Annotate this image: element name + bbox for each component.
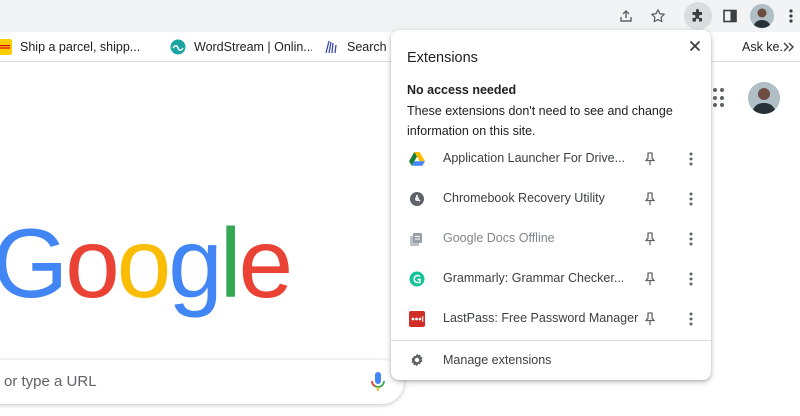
google-search-box[interactable]: or type a URL [0, 360, 404, 404]
extension-row[interactable]: Chromebook Recovery Utility [391, 179, 711, 219]
section-title: No access needed [407, 83, 517, 97]
profile-avatar[interactable] [750, 4, 774, 28]
grammarly-icon [409, 271, 425, 287]
bookmark-label: Ship a parcel, shipp... [20, 40, 141, 54]
extensions-popup: Extensions No access needed These extens… [391, 30, 711, 380]
recovery-utility-icon [409, 191, 425, 207]
gear-icon [409, 352, 425, 368]
extension-row[interactable]: Google Docs Offline [391, 219, 711, 259]
extension-row[interactable]: Grammarly: Grammar Checker... [391, 259, 711, 299]
bookmark-dhl[interactable]: Ship a parcel, shipp... [0, 32, 156, 62]
google-logo: Google [0, 214, 293, 312]
more-vert-icon[interactable] [683, 191, 699, 207]
section-description: These extensions don't need to see and c… [407, 104, 673, 138]
docs-offline-icon [409, 231, 425, 247]
google-account-avatar[interactable] [748, 82, 780, 114]
google-drive-icon [409, 151, 425, 167]
extension-name: Grammarly: Grammar Checker... [443, 271, 625, 285]
chrome-menu-icon[interactable] [784, 2, 798, 30]
extension-name: Chromebook Recovery Utility [443, 191, 605, 205]
bookmark-star-icon[interactable] [644, 2, 672, 30]
more-vert-icon[interactable] [683, 311, 699, 327]
pin-icon[interactable] [642, 311, 658, 327]
bookmark-label: Search li [347, 40, 390, 54]
logo-letter: e [238, 208, 293, 318]
chevron-double-right-icon[interactable] [782, 38, 796, 56]
lastpass-icon [409, 311, 425, 327]
extension-name: LastPass: Free Password Manager [443, 311, 639, 325]
bookmark-label: WordStream | Onlin... [194, 40, 312, 54]
bookmark-ask[interactable]: Ask ke... [742, 32, 782, 62]
logo-letter: o [116, 208, 171, 318]
more-vert-icon[interactable] [683, 151, 699, 167]
logo-letter: l [219, 208, 242, 318]
more-vert-icon[interactable] [683, 231, 699, 247]
extensions-puzzle-icon[interactable] [684, 2, 712, 30]
logo-letter: o [65, 208, 119, 318]
logo-letter: g [168, 208, 222, 318]
bookmark-wordstream[interactable]: WordStream | Onlin... [170, 32, 312, 62]
close-icon[interactable] [687, 38, 703, 54]
bookmark-label: Ask ke... [742, 40, 782, 54]
search-placeholder: or type a URL [4, 373, 97, 390]
side-panel-icon[interactable] [716, 2, 744, 30]
logo-letter: G [0, 208, 68, 318]
pin-icon[interactable] [642, 231, 658, 247]
extension-row[interactable]: Application Launcher For Drive... [391, 139, 711, 179]
extension-name: Application Launcher For Drive... [443, 151, 626, 165]
manage-extensions-label: Manage extensions [443, 353, 552, 367]
popup-title: Extensions [407, 50, 478, 66]
pin-icon[interactable] [642, 271, 658, 287]
dhl-favicon [0, 39, 12, 55]
search-favicon [323, 39, 339, 55]
pin-icon[interactable] [642, 191, 658, 207]
share-icon[interactable] [612, 2, 640, 30]
extension-name: Google Docs Offline [443, 231, 555, 245]
pin-icon[interactable] [642, 151, 658, 167]
more-vert-icon[interactable] [683, 271, 699, 287]
wordstream-favicon [170, 39, 186, 55]
bookmark-search[interactable]: Search li [323, 32, 390, 62]
microphone-icon[interactable] [368, 371, 388, 393]
manage-extensions-button[interactable]: Manage extensions [391, 341, 711, 379]
extension-row[interactable]: LastPass: Free Password Manager [391, 299, 711, 339]
browser-toolbar [0, 0, 800, 32]
